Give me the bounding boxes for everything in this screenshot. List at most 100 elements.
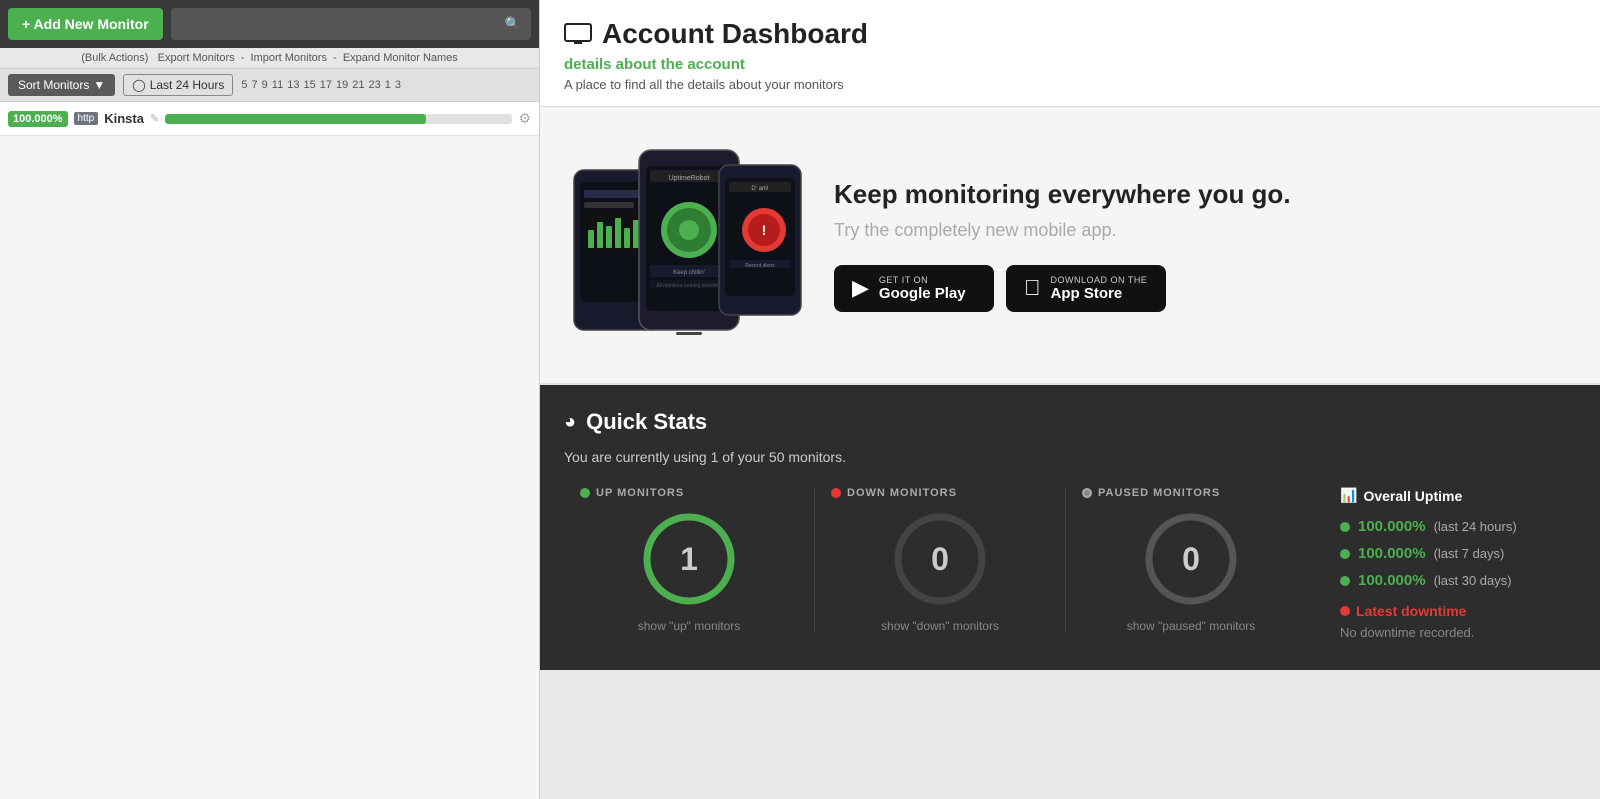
- promo-section: UptimeRobot Keep chillin' All monitors r…: [540, 107, 1600, 385]
- uptime-30d-dot: [1340, 576, 1350, 586]
- up-count: 1: [680, 541, 698, 578]
- uptime-30d-row: 100.000% (last 30 days): [1340, 572, 1576, 589]
- sidebar-toolbar: Sort Monitors ▼ ◯ Last 24 Hours 5 7 9 11…: [0, 69, 539, 102]
- monitor-name: Kinsta: [104, 111, 144, 126]
- uptime-24h-value: 100.000%: [1358, 518, 1426, 535]
- paused-dot: [1082, 488, 1092, 498]
- down-monitors-label: DOWN MONITORS: [847, 487, 957, 499]
- search-box[interactable]: 🔍: [171, 8, 531, 40]
- down-dot: [831, 488, 841, 498]
- app-store-text: Download on the App Store: [1051, 275, 1148, 302]
- day-5: 5: [241, 79, 247, 91]
- day-7: 7: [252, 79, 258, 91]
- app-store-large: App Store: [1051, 285, 1123, 302]
- monitor-usage: You are currently using 1 of your 50 mon…: [564, 449, 1576, 465]
- google-play-text: GET IT ON Google Play: [879, 275, 966, 302]
- last24-label: Last 24 Hours: [150, 78, 225, 92]
- add-monitor-button[interactable]: + Add New Monitor: [8, 8, 163, 40]
- uptime-7d-dot: [1340, 549, 1350, 559]
- down-monitors-circle: 0: [890, 509, 990, 609]
- promo-text-area: Keep monitoring everywhere you go. Try t…: [834, 179, 1576, 312]
- bar-chart-icon: 📊: [1340, 487, 1357, 504]
- svg-text:All monitors running smoothly: All monitors running smoothly: [656, 283, 722, 289]
- uptime-badge: 100.000%: [8, 111, 68, 127]
- phone-mockup: UptimeRobot Keep chillin' All monitors r…: [564, 135, 804, 355]
- show-up-monitors-link[interactable]: show "up" monitors: [638, 619, 741, 633]
- uptime-7d-period: (last 7 days): [1434, 546, 1505, 561]
- show-down-monitors-link[interactable]: show "down" monitors: [881, 619, 999, 633]
- sidebar: + Add New Monitor 🔍 (Bulk Actions) Expor…: [0, 0, 540, 799]
- edit-icon[interactable]: ✎: [150, 112, 159, 125]
- protocol-badge: http: [74, 112, 99, 125]
- paused-monitors-label-row: PAUSED MONITORS: [1082, 487, 1220, 499]
- apple-icon: : [1024, 275, 1041, 301]
- svg-text:Keep chillin': Keep chillin': [673, 270, 705, 276]
- day-9: 9: [262, 79, 268, 91]
- promo-headline: Keep monitoring everywhere you go.: [834, 179, 1576, 210]
- day-15: 15: [303, 79, 315, 91]
- import-monitors-link[interactable]: Import Monitors: [251, 52, 327, 64]
- stats-main-and-uptime: UP MONITORS 1 show "up" monitors: [564, 487, 1576, 640]
- day-11: 11: [272, 79, 283, 91]
- svg-text:!: !: [762, 222, 767, 238]
- account-subtitle: details about the account: [564, 56, 1576, 73]
- day-23: 23: [368, 79, 380, 91]
- svg-text:Recent alerts: Recent alerts: [745, 263, 775, 269]
- store-buttons: ▶ GET IT ON Google Play  Download on th…: [834, 265, 1576, 312]
- day-19: 19: [336, 79, 348, 91]
- stats-icon: ◕: [564, 411, 576, 434]
- paused-monitors-box: PAUSED MONITORS 0 show "paused" monitors: [1066, 487, 1316, 633]
- chevron-down-icon: ▼: [93, 78, 105, 92]
- uptime-24h-period: (last 24 hours): [1434, 519, 1517, 534]
- page-title: Account Dashboard: [564, 18, 1576, 50]
- expand-monitor-names-link[interactable]: Expand Monitor Names: [343, 52, 458, 64]
- sort-monitors-button[interactable]: Sort Monitors ▼: [8, 74, 115, 96]
- overall-uptime-title: 📊 Overall Uptime: [1340, 487, 1576, 504]
- search-icon: 🔍: [505, 16, 521, 32]
- last24-hours-button[interactable]: ◯ Last 24 Hours: [123, 74, 233, 96]
- overall-uptime-label: Overall Uptime: [1363, 488, 1462, 504]
- overall-uptime-panel: 📊 Overall Uptime 100.000% (last 24 hours…: [1316, 487, 1576, 640]
- downtime-dot: [1340, 606, 1350, 616]
- latest-downtime-label[interactable]: Latest downtime: [1340, 603, 1576, 619]
- app-store-button[interactable]:  Download on the App Store: [1006, 265, 1166, 312]
- uptime-bar: [165, 114, 512, 124]
- up-monitors-label-row: UP MONITORS: [580, 487, 684, 499]
- google-play-small: GET IT ON: [879, 275, 928, 285]
- uptime-bar-fill: [165, 114, 425, 124]
- main-content: Account Dashboard details about the acco…: [540, 0, 1600, 799]
- day-17: 17: [320, 79, 332, 91]
- phone-illustration: UptimeRobot Keep chillin' All monitors r…: [564, 140, 804, 350]
- app-store-small: Download on the: [1051, 275, 1148, 285]
- bulk-actions-link[interactable]: (Bulk Actions): [81, 52, 148, 64]
- day-21: 21: [352, 79, 364, 91]
- account-description: A place to find all the details about yo…: [564, 77, 1576, 92]
- up-monitors-label: UP MONITORS: [596, 487, 684, 499]
- export-monitors-link[interactable]: Export Monitors: [158, 52, 235, 64]
- settings-icon[interactable]: ⚙: [518, 110, 531, 127]
- no-downtime-text: No downtime recorded.: [1340, 625, 1576, 640]
- latest-downtime-text: Latest downtime: [1356, 603, 1466, 619]
- day-3: 3: [395, 79, 401, 91]
- paused-monitors-circle: 0: [1141, 509, 1241, 609]
- quick-stats-section: ◕ Quick Stats You are currently using 1 …: [540, 385, 1600, 670]
- paused-monitors-label: PAUSED MONITORS: [1098, 487, 1220, 499]
- monitor-list: 100.000% http Kinsta ✎ ⚙: [0, 102, 539, 799]
- up-monitors-box: UP MONITORS 1 show "up" monitors: [564, 487, 815, 633]
- svg-text:UptimeRobot: UptimeRobot: [669, 175, 710, 182]
- dashboard-title: Account Dashboard: [602, 18, 868, 50]
- uptime-7d-row: 100.000% (last 7 days): [1340, 545, 1576, 562]
- show-paused-monitors-link[interactable]: show "paused" monitors: [1127, 619, 1256, 633]
- paused-count: 0: [1182, 541, 1200, 578]
- uptime-7d-value: 100.000%: [1358, 545, 1426, 562]
- uptime-30d-period: (last 30 days): [1434, 573, 1512, 588]
- svg-text:D' am!: D' am!: [751, 186, 768, 192]
- clock-icon: ◯: [132, 78, 145, 92]
- down-count: 0: [931, 541, 949, 578]
- sidebar-actions-bar: (Bulk Actions) Export Monitors - Import …: [0, 48, 539, 69]
- down-monitors-box: DOWN MONITORS 0 show "down" monitors: [815, 487, 1066, 633]
- google-play-button[interactable]: ▶ GET IT ON Google Play: [834, 265, 994, 312]
- monitor-icon: [564, 23, 592, 45]
- uptime-30d-value: 100.000%: [1358, 572, 1426, 589]
- table-row[interactable]: 100.000% http Kinsta ✎ ⚙: [0, 102, 539, 136]
